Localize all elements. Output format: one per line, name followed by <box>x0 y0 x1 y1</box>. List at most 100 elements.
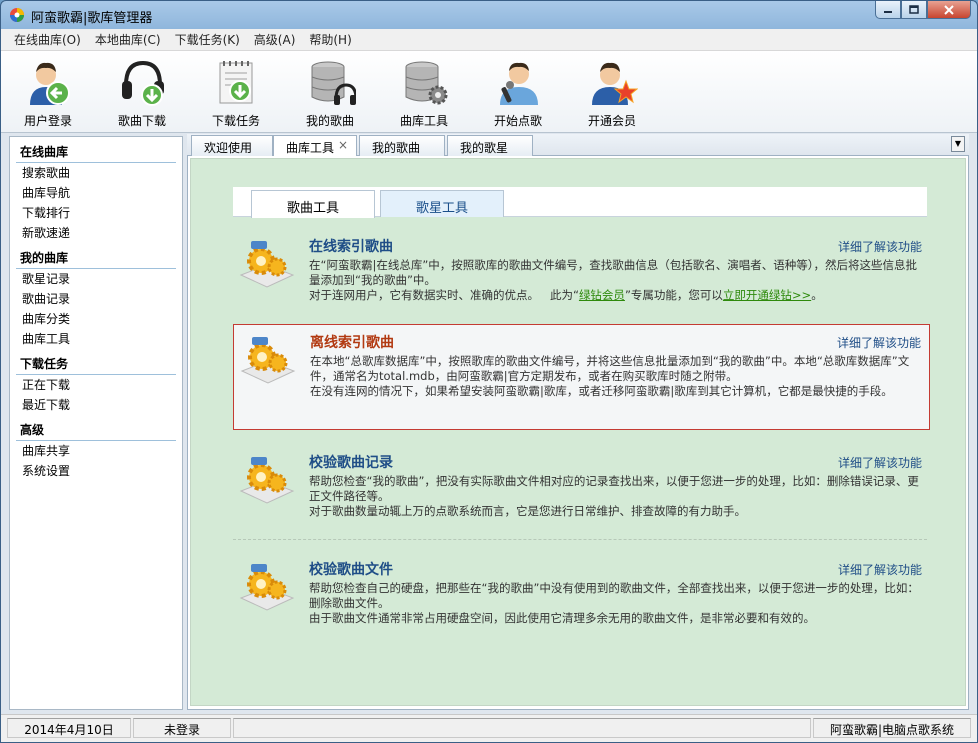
vip-member-icon <box>592 62 638 105</box>
close-icon <box>944 4 954 15</box>
user-login-button[interactable]: 用户登录 <box>1 51 95 133</box>
feature-description: 帮助您检查“我的歌曲”，把没有实际歌曲文件相对应的记录查找出来，以便于您进一步的… <box>309 474 923 519</box>
feature-desc-line: 在“阿蛮歌霸|在线总库”中，按照歌库的歌曲文件编号，查找歌曲信息（包括歌名、演唱… <box>309 258 918 287</box>
tabs-dropdown-icon[interactable]: ▼ <box>951 136 965 152</box>
feature-learn-more-link[interactable]: 详细了解该功能 <box>838 561 922 578</box>
feature-desc-line: 对于连网用户，它有数据实时、准确的优点。 此为“绿钻会员”专属功能，您可以立即开… <box>309 288 923 303</box>
feature-verify-files: 校验歌曲文件 详细了解该功能 帮助您检查自己的硬盘，把那些在“我的歌曲”中没有使… <box>233 552 930 658</box>
menu-download-tasks[interactable]: 下载任务(K) <box>168 31 247 48</box>
tool-label: 开通会员 <box>587 114 636 128</box>
green-diamond-link[interactable]: 绿钻会员 <box>579 288 625 302</box>
window-title: 阿蛮歌霸|歌库管理器 <box>31 11 153 26</box>
feature-learn-more-link[interactable]: 详细了解该功能 <box>838 454 922 471</box>
sidebar-item-library-categories[interactable]: 曲库分类 <box>10 309 182 329</box>
menu-online-library[interactable]: 在线曲库(O) <box>7 31 88 48</box>
sidebar-item-library-nav[interactable]: 曲库导航 <box>10 183 182 203</box>
feature-desc-text: 对于连网用户，它有数据实时、准确的优点。 <box>309 288 539 302</box>
sidebar-group-my-library: 我的曲库 <box>16 243 176 269</box>
feature-online-index: 在线索引歌曲 详细了解该功能 在“阿蛮歌霸|在线总库”中，按照歌库的歌曲文件编号… <box>233 229 930 335</box>
gears-tool-icon <box>240 337 296 384</box>
tool-label: 曲库工具 <box>399 114 448 128</box>
my-songs-button[interactable]: 我的歌曲 <box>283 51 377 133</box>
tool-subtabs: 歌曲工具 歌星工具 <box>233 187 927 218</box>
subtab-song-tools[interactable]: 歌曲工具 <box>251 190 375 218</box>
tab-label: 曲库工具 <box>286 141 335 155</box>
subtab-singer-tools[interactable]: 歌星工具 <box>380 190 504 217</box>
open-green-diamond-link[interactable]: 立即开通绿钻>> <box>723 288 811 302</box>
status-date: 2014年4月10日 <box>7 718 131 738</box>
my-songs-icon <box>311 61 356 105</box>
feature-desc-text: 此为“ <box>549 288 579 302</box>
start-singing-icon <box>500 62 538 105</box>
app-logo-icon <box>10 8 24 22</box>
feature-desc-line: 在本地“总歌库数据库”中，按照歌库的歌曲文件编号，并将这些信息批量添加到“我的歌… <box>310 354 910 383</box>
close-button[interactable] <box>927 1 971 19</box>
feature-description: 在本地“总歌库数据库”中，按照歌库的歌曲文件编号，并将这些信息批量添加到“我的歌… <box>310 354 924 399</box>
library-tools-icon <box>405 61 448 105</box>
download-task-button[interactable]: 下载任务 <box>189 51 283 133</box>
sidebar-item-system-settings[interactable]: 系统设置 <box>10 461 182 481</box>
toolbar: 用户登录 歌曲下载 下载任务 我的歌曲 曲库工具 开始点歌 开通会员 <box>1 51 977 133</box>
feature-learn-more-link[interactable]: 详细了解该功能 <box>838 238 922 255</box>
tab-library-tools[interactable]: 曲库工具 × <box>273 135 357 157</box>
library-tools-button[interactable]: 曲库工具 <box>377 51 471 133</box>
tools-panel: 歌曲工具 歌星工具 在线索引歌曲 详细了解该功能 在“阿蛮歌霸|在线总库”中，按… <box>190 158 966 706</box>
menu-help[interactable]: 帮助(H) <box>302 31 358 48</box>
sidebar: 在线曲库 搜索歌曲 曲库导航 下载排行 新歌速递 我的曲库 歌星记录 歌曲记录 … <box>9 136 183 710</box>
sidebar-item-recent-downloads[interactable]: 最近下载 <box>10 395 182 415</box>
menu-advanced[interactable]: 高级(A) <box>247 31 303 48</box>
tab-welcome[interactable]: 欢迎使用 <box>191 135 273 156</box>
feature-title: 校验歌曲记录 <box>309 455 393 471</box>
status-blank <box>233 718 811 738</box>
sidebar-group-downloads: 下载任务 <box>16 349 176 375</box>
feature-learn-more-link[interactable]: 详细了解该功能 <box>837 334 921 351</box>
tab-label: 欢迎使用 <box>204 141 253 155</box>
title-bar: 阿蛮歌霸|歌库管理器 <box>1 1 977 29</box>
sidebar-item-download-rank[interactable]: 下载排行 <box>10 203 182 223</box>
menu-bar: 在线曲库(O) 本地曲库(C) 下载任务(K) 高级(A) 帮助(H) <box>1 29 977 51</box>
status-brand: 阿蛮歌霸|电脑点歌系统 <box>813 718 971 738</box>
minimize-button[interactable] <box>875 1 901 19</box>
sidebar-item-library-tools[interactable]: 曲库工具 <box>10 329 182 349</box>
feature-description: 在“阿蛮歌霸|在线总库”中，按照歌库的歌曲文件编号，查找歌曲信息（包括歌名、演唱… <box>309 258 923 303</box>
tab-label: 我的歌曲 <box>372 141 421 155</box>
gears-tool-icon <box>239 564 295 611</box>
tool-label: 用户登录 <box>23 114 72 128</box>
tab-close-icon[interactable]: × <box>338 138 348 152</box>
status-bar: 2014年4月10日 未登录 阿蛮歌霸|电脑点歌系统 <box>1 714 977 742</box>
feature-desc-line: 对于歌曲数量动辄上万的点歌系统而言，它是您进行日常维护、排查故障的有力助手。 <box>309 504 746 518</box>
gears-tool-icon <box>239 457 295 504</box>
sidebar-group-advanced: 高级 <box>16 415 176 441</box>
sidebar-item-search-songs[interactable]: 搜索歌曲 <box>10 163 182 183</box>
sidebar-item-library-sharing[interactable]: 曲库共享 <box>10 441 182 461</box>
tab-label: 我的歌星 <box>460 141 509 155</box>
tool-label: 开始点歌 <box>493 114 542 128</box>
feature-desc-text: 。 <box>811 288 823 302</box>
menu-local-library[interactable]: 本地曲库(C) <box>88 31 168 48</box>
vip-member-button[interactable]: 开通会员 <box>565 51 659 133</box>
feature-desc-line: 由于歌曲文件通常非常占用硬盘空间，因此使用它清理多余无用的歌曲文件，是非常必要和… <box>309 611 815 625</box>
main-panel: 歌曲工具 歌星工具 在线索引歌曲 详细了解该功能 在“阿蛮歌霸|在线总库”中，按… <box>187 156 969 710</box>
user-login-icon <box>30 62 70 105</box>
song-download-button[interactable]: 歌曲下载 <box>95 51 189 133</box>
sidebar-item-singer-records[interactable]: 歌星记录 <box>10 269 182 289</box>
feature-verify-records: 校验歌曲记录 详细了解该功能 帮助您检查“我的歌曲”，把没有实际歌曲文件相对应的… <box>233 445 930 551</box>
tab-my-singers[interactable]: 我的歌星 <box>447 135 533 156</box>
feature-desc-text: ”专属功能，您可以 <box>624 288 723 302</box>
sidebar-item-downloading[interactable]: 正在下载 <box>10 375 182 395</box>
start-singing-button[interactable]: 开始点歌 <box>471 51 565 133</box>
feature-offline-index: 离线索引歌曲 详细了解该功能 在本地“总歌库数据库”中，按照歌库的歌曲文件编号，… <box>233 324 930 430</box>
maximize-button[interactable] <box>901 1 927 19</box>
sidebar-item-new-songs[interactable]: 新歌速递 <box>10 223 182 243</box>
feature-title: 校验歌曲文件 <box>309 562 393 578</box>
status-login: 未登录 <box>133 718 231 738</box>
window-controls <box>875 1 971 19</box>
feature-description: 帮助您检查自己的硬盘，把那些在“我的歌曲”中没有使用到的歌曲文件，全部查找出来，… <box>309 581 923 626</box>
sidebar-item-song-records[interactable]: 歌曲记录 <box>10 289 182 309</box>
app-window: 阿蛮歌霸|歌库管理器 在线曲库(O) 本地曲库(C) 下载任务(K) 高级(A)… <box>0 0 978 743</box>
tab-my-songs[interactable]: 我的歌曲 <box>359 135 445 156</box>
section-divider <box>233 539 927 540</box>
maximize-icon <box>909 5 919 14</box>
sidebar-group-online: 在线曲库 <box>16 137 176 163</box>
feature-title: 在线索引歌曲 <box>309 239 393 255</box>
